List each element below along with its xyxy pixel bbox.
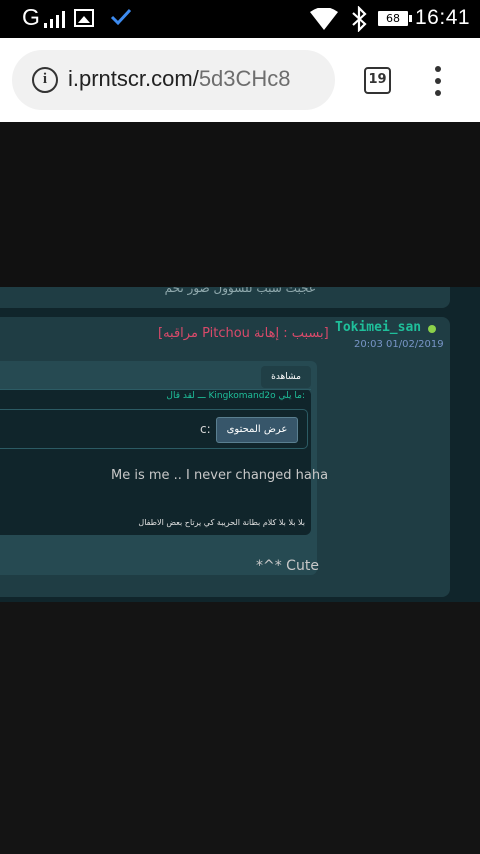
previous-post-text: عجبت سبب للسؤول صور تحم	[164, 287, 316, 295]
check-icon	[110, 8, 132, 26]
carrier-label: G	[22, 4, 40, 30]
online-status-icon	[428, 325, 436, 333]
signal-icon	[44, 10, 68, 28]
quote-header: ـــ لقد قال Kingkomand2o ما يلي:	[0, 389, 311, 407]
tab-switcher-icon[interactable]: 19	[364, 67, 391, 94]
post-text: *^* Cute	[256, 558, 319, 574]
view-label[interactable]: مشاهدة	[261, 366, 311, 388]
status-bar: G 68 16:41	[0, 0, 480, 38]
quote-body: Me is me .. I never changed haha	[111, 468, 329, 483]
info-icon[interactable]: i	[32, 67, 58, 93]
post-date: 20:03 01/02/2019	[354, 339, 444, 350]
battery-icon: 68	[378, 11, 412, 26]
more-menu-icon[interactable]	[430, 66, 446, 96]
hidden-content-box: c: عرض المحتوى	[0, 409, 308, 449]
quote-block: مشاهدة ـــ لقد قال Kingkomand2o ما يلي: …	[0, 361, 328, 575]
image-icon	[74, 9, 94, 27]
address-bar[interactable]: i i.prntscr.com/5d3CHc8	[12, 50, 335, 110]
screen: G 68 16:41 i i.prntscr.com/5d3CHc8 19 عج…	[0, 0, 480, 854]
browser-toolbar: i i.prntscr.com/5d3CHc8 19	[0, 38, 480, 122]
url-text[interactable]: i.prntscr.com/5d3CHc8	[68, 66, 291, 92]
quote-content: ـــ لقد قال Kingkomand2o ما يلي: c: عرض …	[0, 389, 328, 535]
previous-post: عجبت سبب للسؤول صور تحم	[0, 287, 450, 308]
moderation-note: [مراقبه Pitchou بسبب : إهانة]	[158, 326, 329, 341]
bluetooth-icon	[352, 6, 367, 32]
url-path: 5d3CHc8	[198, 66, 291, 91]
hidden-content-text: c:	[200, 422, 211, 436]
show-content-button[interactable]: عرض المحتوى	[216, 417, 298, 443]
screenshot-image: عجبت سبب للسؤول صور تحم Tokimei_san 20:0…	[0, 122, 480, 602]
forum-post: Tokimei_san 20:03 01/02/2019 [مراقبه Pit…	[0, 317, 450, 597]
clock: 16:41	[415, 6, 471, 29]
wifi-icon	[310, 8, 338, 30]
username[interactable]: Tokimei_san	[335, 320, 421, 335]
url-host: i.prntscr.com/	[68, 66, 199, 91]
quote-author: ـــ لقد قال Kingkomand2o ما يلي:	[166, 391, 305, 401]
forum-thread: عجبت سبب للسؤول صور تحم Tokimei_san 20:0…	[0, 287, 480, 602]
quote-signature: بلا بلا بلا كلام بطانة الحريبة كي يرتاح …	[138, 518, 305, 527]
